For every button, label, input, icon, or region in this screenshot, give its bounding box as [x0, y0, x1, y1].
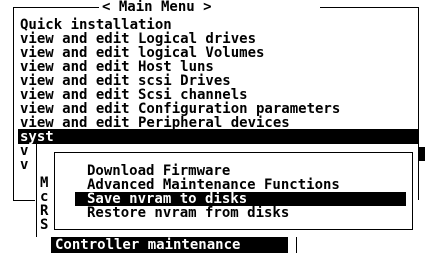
menu-item-v-2[interactable]: v	[20, 158, 28, 172]
submenu-letter-s[interactable]: S	[40, 218, 48, 232]
menu-item-logical-volumes[interactable]: view and edit logical Volumes	[20, 46, 264, 60]
controller-maintenance-right-border	[296, 237, 297, 253]
menu-item-v-1[interactable]: v	[20, 144, 28, 158]
main-menu-left-border	[13, 7, 14, 200]
controller-maintenance-highlight[interactable]: Controller maintenance	[51, 237, 288, 253]
menu-item-configuration-parameters[interactable]: view and edit Configuration parameters	[20, 102, 340, 116]
submenu-letter-m[interactable]: M	[40, 176, 48, 190]
menu-item-logical-drives[interactable]: view and edit Logical drives	[20, 32, 256, 46]
main-menu-top-border-right	[320, 7, 419, 8]
menu-item-system-functions-highlight[interactable]: syst	[18, 129, 418, 144]
popup-item-restore-nvram[interactable]: Restore nvram from disks	[87, 206, 289, 220]
popup-item-download-firmware[interactable]: Download Firmware	[87, 164, 230, 178]
main-menu-bottom-border	[13, 200, 35, 201]
popup-item-save-nvram-highlight[interactable]: Save nvram to disks	[75, 192, 406, 206]
submenu-letter-r[interactable]: R	[40, 204, 48, 218]
menu-item-quick-installation[interactable]: Quick installation	[20, 18, 172, 32]
controller-maintenance-popup: Download Firmware Advanced Maintenance F…	[54, 152, 413, 230]
highlight-edge-marker	[419, 147, 425, 161]
menu-item-system-functions: syst	[20, 129, 54, 145]
popup-item-save-nvram: Save nvram to disks	[87, 191, 248, 207]
menu-item-scsi-channels[interactable]: view and edit Scsi channels	[20, 88, 248, 102]
submenu-letter-c[interactable]: c	[40, 190, 48, 204]
controller-maintenance-label: Controller maintenance	[55, 237, 241, 253]
menu-item-scsi-drives[interactable]: view and edit scsi Drives	[20, 74, 231, 88]
popup-item-advanced-maintenance[interactable]: Advanced Maintenance Functions	[87, 178, 340, 192]
main-menu-right-border	[418, 7, 419, 200]
main-menu-top-border-left	[13, 7, 99, 8]
menu-item-host-luns[interactable]: view and edit Host luns	[20, 60, 214, 74]
menu-item-peripheral-devices[interactable]: view and edit Peripheral devices	[20, 116, 290, 130]
main-menu-title: < Main Menu >	[102, 0, 212, 15]
